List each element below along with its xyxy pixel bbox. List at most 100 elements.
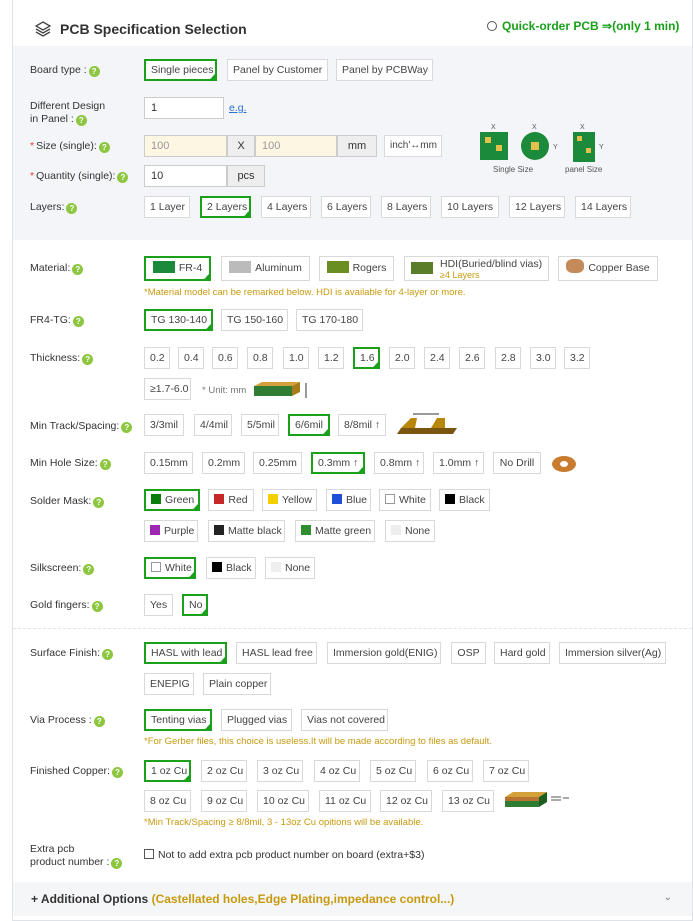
hole-option[interactable]: No Drill <box>493 452 541 474</box>
example-link[interactable]: e.g. <box>229 102 247 114</box>
surface-option[interactable]: HASL with lead <box>144 642 227 665</box>
help-icon[interactable]: ? <box>88 66 100 77</box>
layer-option[interactable]: 1 Layer <box>144 196 190 218</box>
help-icon[interactable]: ? <box>111 858 123 869</box>
material-rogers[interactable]: Rogers <box>319 256 394 281</box>
hole-option[interactable]: 0.8mm ↑ <box>374 452 424 474</box>
board-type-panel-pcbway[interactable]: Panel by PCBWay <box>336 59 433 81</box>
mask-blue[interactable]: Blue <box>326 489 371 511</box>
surface-option[interactable]: OSP <box>451 642 486 664</box>
tg-option[interactable]: TG 150-160 <box>221 309 288 331</box>
help-icon[interactable]: ? <box>83 564 95 575</box>
layer-option[interactable]: 10 Layers <box>441 196 499 218</box>
size-width-input[interactable]: 100 <box>144 135 227 157</box>
mask-black[interactable]: Black <box>439 489 490 511</box>
surface-option[interactable]: HASL lead free <box>236 642 317 664</box>
mask-matte-green[interactable]: Matte green <box>295 520 375 542</box>
layer-option[interactable]: 2 Layers <box>200 196 251 219</box>
mask-none[interactable]: None <box>385 520 435 542</box>
tg-option[interactable]: TG 170-180 <box>296 309 363 331</box>
copper-option[interactable]: 11 oz Cu <box>319 790 371 812</box>
thickness-option[interactable]: 2.6 <box>459 347 485 369</box>
copper-option[interactable]: 9 oz Cu <box>201 790 247 812</box>
mask-red[interactable]: Red <box>208 489 254 511</box>
hole-option[interactable]: 0.15mm <box>144 452 193 474</box>
via-option[interactable]: Vias not covered <box>301 709 388 731</box>
copper-option[interactable]: 6 oz Cu <box>427 760 473 782</box>
copper-option[interactable]: 13 oz Cu <box>442 790 494 812</box>
thickness-option[interactable]: 2.4 <box>424 347 450 369</box>
material-aluminum[interactable]: Aluminum <box>221 256 310 281</box>
thickness-option[interactable]: 2.0 <box>389 347 415 369</box>
help-icon[interactable]: ? <box>66 203 78 214</box>
layer-option[interactable]: 12 Layers <box>509 196 565 218</box>
help-icon[interactable]: ? <box>117 172 129 183</box>
thickness-option[interactable]: 0.8 <box>247 347 273 369</box>
copper-option[interactable]: 12 oz Cu <box>380 790 432 812</box>
track-option[interactable]: 4/4mil <box>194 414 232 436</box>
hole-option[interactable]: 1.0mm ↑ <box>433 452 484 474</box>
surface-option[interactable]: Plain copper <box>203 673 271 695</box>
hole-option[interactable]: 0.3mm ↑ <box>311 452 365 475</box>
layer-option[interactable]: 14 Layers <box>575 196 631 218</box>
copper-option[interactable]: 8 oz Cu <box>144 790 191 812</box>
thickness-option[interactable]: 1.6 <box>353 347 380 370</box>
layer-option[interactable]: 6 Layers <box>321 196 371 218</box>
via-option[interactable]: Plugged vias <box>221 709 292 731</box>
help-icon[interactable]: ? <box>99 459 111 470</box>
quantity-input[interactable]: 10 <box>144 165 227 187</box>
surface-option[interactable]: Hard gold <box>494 642 550 664</box>
hole-option[interactable]: 0.2mm <box>202 452 245 474</box>
help-icon[interactable]: ? <box>111 767 123 778</box>
material-fr4[interactable]: FR-4 <box>144 256 211 282</box>
unit-switch-button[interactable]: inch'↔mm <box>384 135 442 157</box>
hole-option[interactable]: 0.25mm <box>253 452 302 474</box>
layer-option[interactable]: 4 Layers <box>261 196 311 218</box>
thickness-option[interactable]: 3.2 <box>564 347 590 369</box>
thickness-option-extra[interactable]: ≥1.7-6.0 <box>144 378 191 400</box>
material-hdi[interactable]: HDI(Buried/blind vias) ≥4 Layers <box>404 256 549 281</box>
gold-yes[interactable]: Yes <box>144 594 173 616</box>
checkbox[interactable] <box>144 849 154 859</box>
copper-option[interactable]: 10 oz Cu <box>257 790 309 812</box>
track-option[interactable]: 8/8mil ↑ <box>338 414 386 436</box>
help-icon[interactable]: ? <box>91 601 103 612</box>
design-count-input[interactable]: 1 <box>144 97 224 119</box>
chevron-down-icon[interactable]: ⌄ <box>664 892 672 903</box>
copper-option[interactable]: 2 oz Cu <box>201 760 247 782</box>
help-icon[interactable]: ? <box>82 354 94 365</box>
surface-option[interactable]: ENEPIG <box>144 673 194 695</box>
thickness-option[interactable]: 0.6 <box>212 347 238 369</box>
track-option[interactable]: 5/5mil <box>241 414 279 436</box>
thickness-option[interactable]: 1.2 <box>318 347 344 369</box>
additional-options-bar[interactable]: + Additional Options (Castellated holes,… <box>13 882 692 916</box>
copper-option[interactable]: 4 oz Cu <box>314 760 360 782</box>
help-icon[interactable]: ? <box>121 422 133 433</box>
silk-none[interactable]: None <box>265 557 315 579</box>
help-icon[interactable]: ? <box>102 649 114 660</box>
silk-black[interactable]: Black <box>206 557 256 579</box>
thickness-option[interactable]: 3.0 <box>530 347 556 369</box>
quick-order-link[interactable]: Quick-order PCB ⇒(only 1 min) <box>487 19 679 33</box>
gold-no[interactable]: No <box>182 594 208 617</box>
via-option[interactable]: Tenting vias <box>144 709 212 732</box>
layer-option[interactable]: 8 Layers <box>381 196 431 218</box>
thickness-option[interactable]: 1.0 <box>283 347 309 369</box>
copper-option[interactable]: 3 oz Cu <box>257 760 303 782</box>
copper-option[interactable]: 1 oz Cu <box>144 760 191 783</box>
thickness-option[interactable]: 0.2 <box>144 347 170 369</box>
surface-option[interactable]: Immersion silver(Ag) <box>559 642 666 664</box>
board-type-single[interactable]: Single pieces <box>144 59 217 82</box>
help-icon[interactable]: ? <box>93 497 105 508</box>
help-icon[interactable]: ? <box>72 264 84 275</box>
mask-yellow[interactable]: Yellow <box>262 489 317 511</box>
thickness-option[interactable]: 2.8 <box>495 347 521 369</box>
help-icon[interactable]: ? <box>98 142 110 153</box>
copper-option[interactable]: 7 oz Cu <box>483 760 529 782</box>
help-icon[interactable]: ? <box>72 316 84 327</box>
mask-white[interactable]: White <box>379 489 431 511</box>
help-icon[interactable]: ? <box>93 716 105 727</box>
copper-option[interactable]: 5 oz Cu <box>370 760 416 782</box>
thickness-option[interactable]: 0.4 <box>178 347 204 369</box>
board-type-panel-customer[interactable]: Panel by Customer <box>227 59 328 81</box>
